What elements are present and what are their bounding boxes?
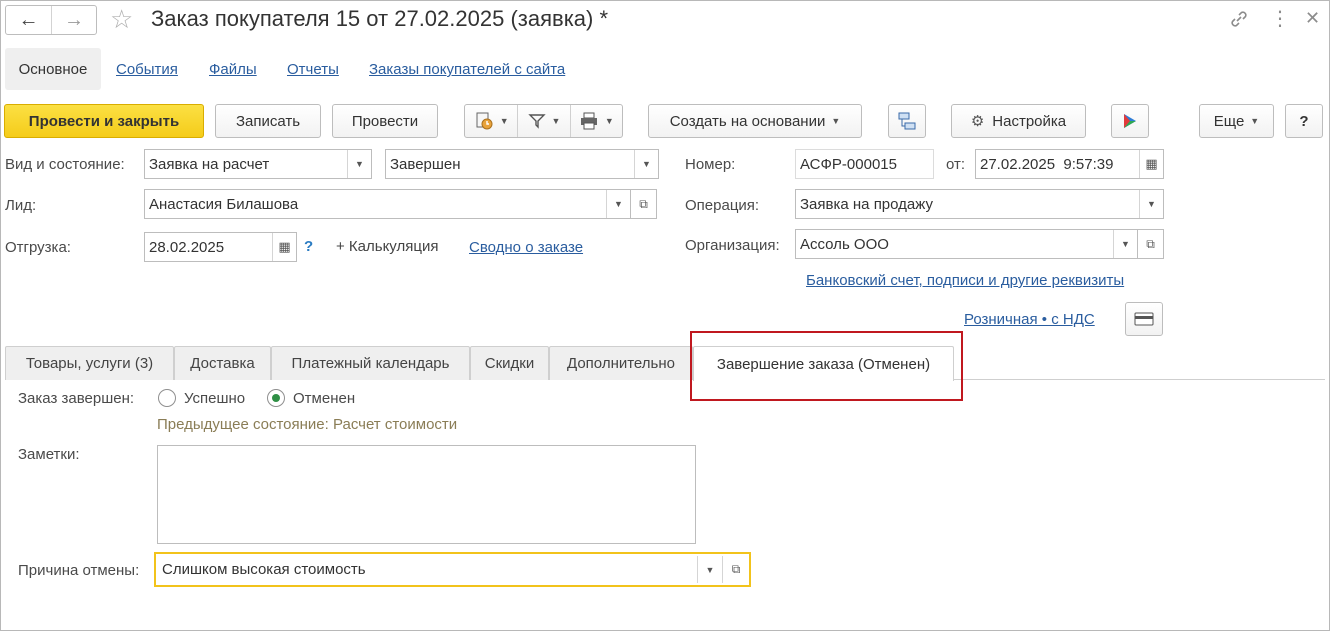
tab-payment-calendar[interactable]: Платежный календарь [271, 346, 470, 380]
gear-icon: ⚙ [970, 113, 985, 130]
more-label: Еще [1213, 112, 1245, 130]
tab-highlight-frame [690, 331, 963, 401]
document-date-value: 27.02.2025 9:57:39 [980, 155, 1114, 173]
number-label: Номер: [685, 156, 736, 173]
filter-icon[interactable]: ▼ [517, 105, 569, 137]
link-icon[interactable] [1228, 8, 1250, 35]
organization-value: Ассоль ООО [800, 235, 889, 253]
chevron-down-icon[interactable]: ▼ [347, 150, 371, 178]
document-date-field[interactable]: 27.02.2025 9:57:39 ▦ [975, 149, 1164, 179]
radio-success[interactable]: Успешно [158, 389, 245, 407]
tab-additional[interactable]: Дополнительно [549, 346, 693, 380]
tab-goods-services[interactable]: Товары, услуги (3) [5, 346, 174, 380]
chevron-down-icon: ▼ [1250, 116, 1260, 126]
back-arrow-icon[interactable]: ← [6, 6, 51, 34]
chevron-down-icon[interactable]: ▼ [697, 556, 722, 583]
section-link-site-orders[interactable]: Заказы покупателей с сайта [369, 61, 565, 78]
cancel-reason-label: Причина отмены: [18, 562, 140, 579]
forward-arrow-icon[interactable]: → [51, 6, 96, 34]
navigation-buttons: ← → [5, 5, 97, 35]
window-title: Заказ покупателя 15 от 27.02.2025 (заявк… [151, 6, 609, 31]
favorite-star-icon[interactable]: ☆ [110, 5, 133, 33]
order-completed-label: Заказ завершен: [18, 390, 135, 407]
kind-select[interactable]: Заявка на расчет ▼ [144, 149, 372, 179]
save-button[interactable]: Записать [215, 104, 321, 138]
print-icon[interactable]: ▼ [569, 105, 622, 137]
lead-label: Лид: [5, 197, 37, 214]
cancel-reason-value[interactable]: Слишком высокая стоимость [156, 554, 697, 585]
settings-label: Настройка [992, 112, 1067, 130]
open-lead-icon[interactable]: ⧉ [631, 189, 657, 219]
shipment-help-icon[interactable]: ? [304, 238, 313, 255]
calculation-link[interactable]: + Калькуляция [336, 238, 438, 255]
create-based-on-label: Создать на основании [669, 112, 826, 130]
play-integration-icon[interactable] [1111, 104, 1149, 138]
state-value: Завершен [390, 155, 461, 173]
more-button[interactable]: Еще ▼ [1199, 104, 1274, 138]
card-icon[interactable] [1125, 302, 1163, 336]
operation-label: Операция: [685, 197, 760, 214]
price-type-link[interactable]: Розничная • с НДС [964, 311, 1095, 328]
number-field[interactable]: АСФР-000015 [795, 149, 934, 179]
radio-success-label: Успешно [184, 389, 246, 407]
previous-state-text: Предыдущее состояние: Расчет стоимости [157, 416, 458, 433]
open-organization-icon[interactable]: ⧉ [1138, 229, 1164, 259]
notes-label: Заметки: [18, 446, 80, 463]
tab-discounts[interactable]: Скидки [470, 346, 549, 380]
post-and-close-button[interactable]: Провести и закрыть [4, 104, 204, 138]
create-based-on-button[interactable]: Создать на основании ▼ [648, 104, 862, 138]
lead-field[interactable]: Анастасия Билашова ▼ [144, 189, 631, 219]
kind-state-label: Вид и состояние: [5, 156, 125, 173]
more-vertical-icon[interactable]: ⋮ [1270, 6, 1290, 31]
number-value: АСФР-000015 [800, 155, 897, 173]
chevron-down-icon[interactable]: ▼ [1113, 230, 1137, 258]
radio-button[interactable] [158, 389, 176, 407]
radio-cancelled[interactable]: Отменен [267, 389, 355, 407]
chevron-down-icon[interactable]: ▼ [606, 190, 630, 218]
kind-value: Заявка на расчет [149, 155, 270, 173]
state-select[interactable]: Завершен ▼ [385, 149, 659, 179]
section-link-reports[interactable]: Отчеты [287, 61, 339, 78]
chevron-down-icon[interactable]: ▼ [634, 150, 658, 178]
order-summary-link[interactable]: Сводно о заказе [469, 239, 583, 256]
settings-button[interactable]: ⚙ Настройка [951, 104, 1086, 138]
help-button[interactable]: ? [1285, 104, 1323, 138]
shipment-date-field[interactable]: 28.02.2025 ▦ [144, 232, 297, 262]
shipment-label: Отгрузка: [5, 239, 71, 256]
structure-icon[interactable] [888, 104, 926, 138]
radio-button-selected[interactable] [267, 389, 285, 407]
document-clock-icon[interactable]: ▼ [465, 105, 517, 137]
bank-details-link[interactable]: Банковский счет, подписи и другие реквиз… [806, 272, 1124, 289]
cancel-reason-field[interactable]: Слишком высокая стоимость ▼ ⧉ [154, 552, 751, 587]
operation-select[interactable]: Заявка на продажу ▼ [795, 189, 1164, 219]
calendar-icon[interactable]: ▦ [272, 233, 296, 261]
open-reason-icon[interactable]: ⧉ [722, 556, 749, 583]
chevron-down-icon: ▼ [831, 116, 841, 126]
post-button[interactable]: Провести [332, 104, 438, 138]
date-from-label: от: [946, 156, 966, 173]
operation-value: Заявка на продажу [800, 195, 933, 213]
notes-textarea[interactable] [157, 445, 696, 544]
lead-value: Анастасия Билашова [149, 195, 299, 213]
section-link-events[interactable]: События [116, 61, 178, 78]
radio-cancelled-label: Отменен [293, 389, 356, 407]
close-icon[interactable]: ✕ [1305, 8, 1320, 29]
organization-field[interactable]: Ассоль ООО ▼ [795, 229, 1138, 259]
chevron-down-icon[interactable]: ▼ [1139, 190, 1163, 218]
organization-label: Организация: [685, 237, 780, 254]
action-button-group: ▼ ▼ ▼ [464, 104, 623, 138]
section-main[interactable]: Основное [5, 48, 101, 90]
section-link-files[interactable]: Файлы [209, 61, 257, 78]
shipment-date-value: 28.02.2025 [149, 238, 225, 256]
tab-delivery[interactable]: Доставка [174, 346, 271, 380]
calendar-icon[interactable]: ▦ [1139, 150, 1163, 178]
